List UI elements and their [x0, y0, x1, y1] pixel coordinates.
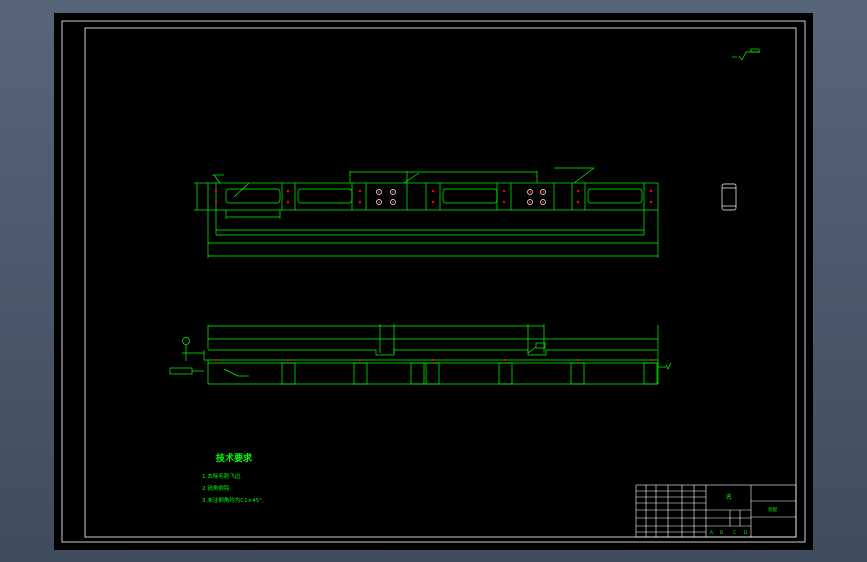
tech-req-item-2: 2.锐角倒钝. [202, 484, 231, 492]
outer-frame [61, 20, 806, 543]
surface-roughness-symbol [732, 48, 760, 61]
title-block-assembly: 装配 [768, 506, 777, 513]
tech-req-item-1: 1.去除毛刺飞边. [202, 472, 242, 480]
cad-viewport[interactable]: 技术要求 1.去除毛刺飞边. 2.锐角倒钝. 3.未注倒角均为C1×45°. 名… [54, 13, 813, 550]
title-block-mark-b: B [720, 530, 723, 536]
side-view [721, 183, 737, 211]
technical-requirements: 技术要求 1.去除毛刺飞边. 2.锐角倒钝. 3.未注倒角均为C1×45°. [202, 452, 264, 504]
title-block-mark-a: A [710, 530, 714, 536]
tech-req-item-3: 3.未注倒角均为C1×45°. [202, 496, 264, 504]
title-block-mark-d: D [744, 530, 748, 536]
title-block-name: 名 [726, 493, 732, 501]
inner-frame [84, 27, 797, 538]
title-block-text: 名 装配 A B C D [710, 493, 777, 536]
plan-view [194, 167, 659, 258]
title-block-mark-c: C [733, 530, 736, 536]
plan-hole-markers [214, 189, 653, 204]
tech-req-title: 技术要求 [216, 452, 253, 464]
elevation-view [169, 324, 672, 385]
cad-drawing-sheet: 技术要求 1.去除毛刺飞边. 2.锐角倒钝. 3.未注倒角均为C1×45°. 名… [61, 20, 806, 543]
